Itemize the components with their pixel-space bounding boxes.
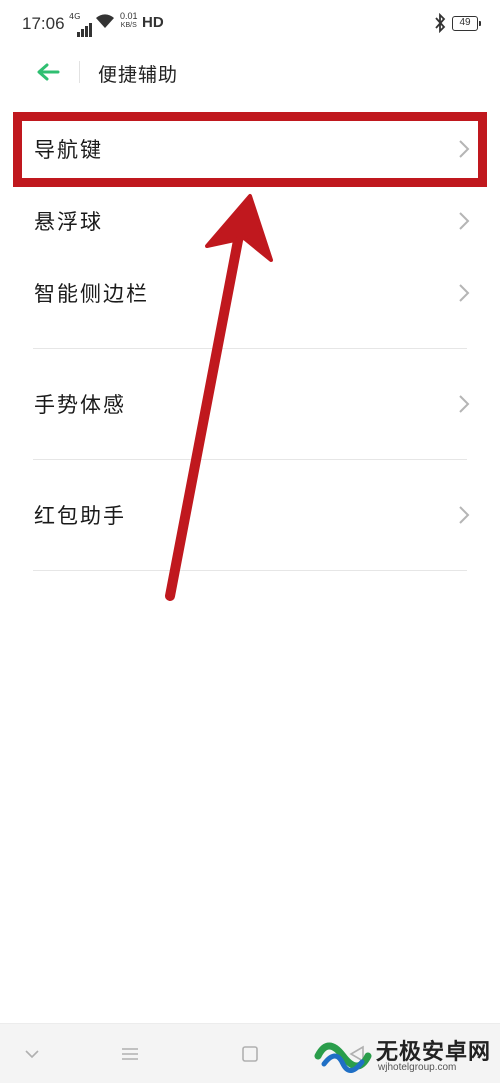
list-item-gesture-motion[interactable]: 手势体感 xyxy=(0,368,500,440)
group-gap xyxy=(0,551,500,570)
hd-indicator: HD xyxy=(142,14,164,31)
battery-icon: 49 xyxy=(452,16,481,31)
list-item-smart-sidebar[interactable]: 智能侧边栏 xyxy=(0,257,500,329)
list-top-gap xyxy=(0,94,500,113)
group-gap xyxy=(0,349,500,368)
wifi-icon xyxy=(95,13,115,31)
signal-icon: 4G xyxy=(69,12,95,37)
group-gap xyxy=(0,440,500,459)
watermark: 无极安卓网 wjhotelgroup.com xyxy=(312,1028,500,1083)
list-item-label: 智能侧边栏 xyxy=(34,282,149,306)
back-button[interactable] xyxy=(30,58,66,86)
list-item-label: 悬浮球 xyxy=(34,210,103,234)
chevron-right-icon xyxy=(459,506,470,524)
list-item-label: 红包助手 xyxy=(34,504,126,528)
home-square-icon[interactable] xyxy=(238,1042,262,1066)
menu-icon[interactable] xyxy=(118,1042,142,1066)
status-time: 17:06 xyxy=(22,14,65,33)
group-gap xyxy=(0,460,500,479)
chevron-right-icon xyxy=(459,140,470,158)
speed-unit: KB/S xyxy=(120,22,137,29)
status-bar: 17:06 4G 0.01 KB/S HD 49 xyxy=(0,0,500,50)
chevron-right-icon xyxy=(459,395,470,413)
chevron-right-icon xyxy=(459,212,470,230)
page-title: 便捷辅助 xyxy=(98,64,179,86)
group-gap xyxy=(0,329,500,348)
list-item-navigation-keys[interactable]: 导航键 xyxy=(0,113,500,185)
chevron-right-icon xyxy=(459,284,470,302)
bluetooth-icon xyxy=(434,12,446,34)
group-divider xyxy=(33,570,467,571)
watermark-logo-icon xyxy=(314,1042,372,1073)
list-item-floating-ball[interactable]: 悬浮球 xyxy=(0,185,500,257)
chevron-down-icon[interactable] xyxy=(20,1042,44,1066)
watermark-url: wjhotelgroup.com xyxy=(378,1062,457,1073)
list-item-label: 导航键 xyxy=(34,138,103,162)
header: 便捷辅助 xyxy=(0,50,500,94)
speed-value: 0.01 xyxy=(120,11,138,21)
screen: 17:06 4G 0.01 KB/S HD 49 便捷辅助 导航键 悬浮球 智能… xyxy=(0,0,500,1083)
list-item-red-packet-assistant[interactable]: 红包助手 xyxy=(0,479,500,551)
header-divider xyxy=(79,61,80,83)
settings-list: 导航键 悬浮球 智能侧边栏 手势体感 红包助手 xyxy=(0,94,500,571)
network-speed: 0.01 KB/S xyxy=(120,12,138,30)
arrow-left-icon xyxy=(37,63,60,81)
list-item-label: 手势体感 xyxy=(34,393,126,417)
